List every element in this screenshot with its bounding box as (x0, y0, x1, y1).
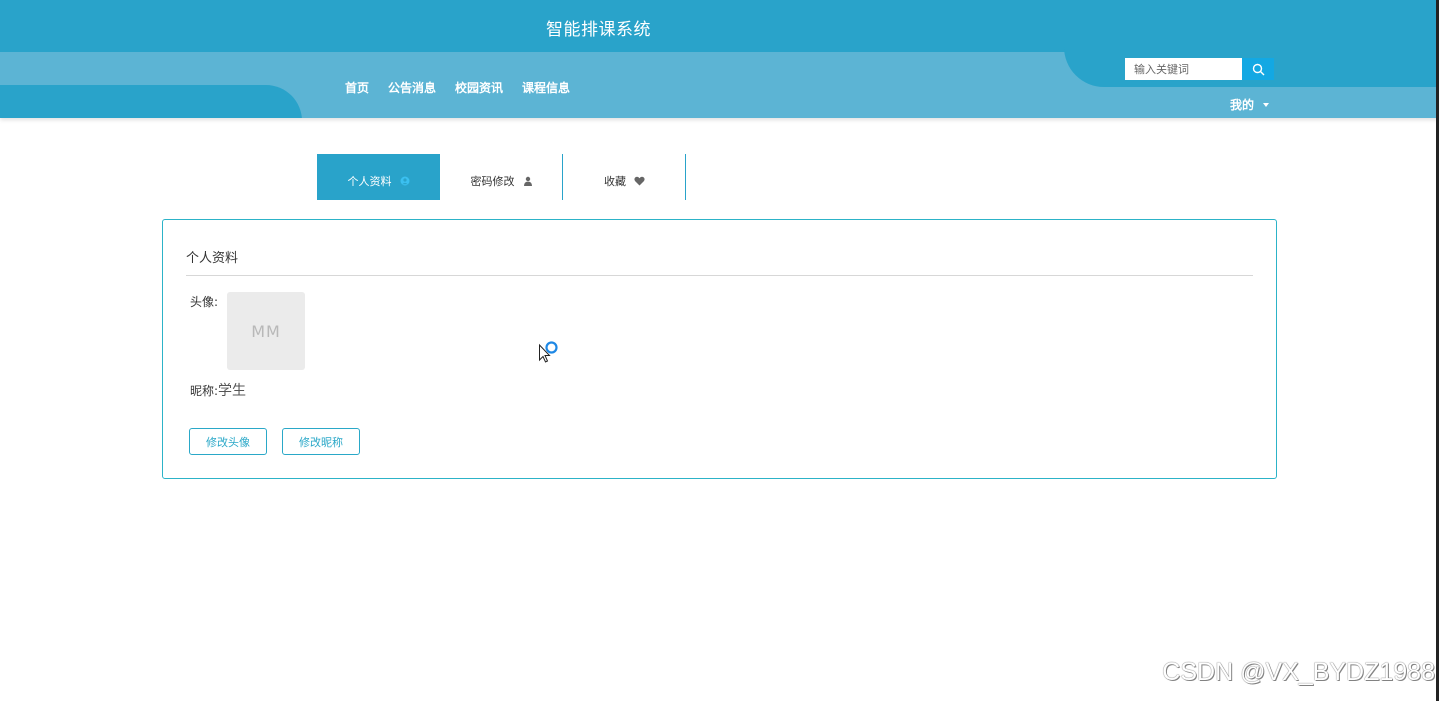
person-icon (523, 176, 532, 186)
heart-icon (634, 176, 645, 186)
tab-password[interactable]: 密码修改 (440, 154, 563, 200)
profile-card: 个人资料 头像: MM 昵称: 学生 修改头像 修改昵称 (162, 219, 1277, 479)
user-menu-label: 我的 (1230, 98, 1255, 112)
main-nav: 首页 公告消息 校园资讯 课程信息 (345, 79, 570, 96)
tab-profile[interactable]: 个人资料 (317, 154, 440, 200)
profile-tabs: 个人资料 密码修改 收藏 (317, 154, 686, 200)
user-menu[interactable]: 我的 (1230, 96, 1270, 113)
nickname-row: 昵称: 学生 (190, 380, 246, 400)
search-icon (1252, 63, 1264, 75)
tab-password-label: 密码修改 (470, 175, 515, 188)
nickname-label: 昵称: (190, 384, 219, 398)
change-avatar-button[interactable]: 修改头像 (189, 428, 267, 455)
avatar-placeholder-text: MM (251, 321, 281, 341)
card-title: 个人资料 (186, 251, 239, 266)
nav-item-home[interactable]: 首页 (345, 79, 369, 96)
change-nickname-button[interactable]: 修改昵称 (282, 428, 360, 455)
nickname-value: 学生 (218, 383, 247, 399)
nav-item-announcements[interactable]: 公告消息 (388, 79, 436, 96)
site-header: 智能排课系统 首页 公告消息 校园资讯 课程信息 我的 (0, 0, 1439, 118)
watermark: CSDN @VX_BYDZ1988 (1162, 658, 1435, 686)
user-circle-icon (400, 176, 409, 186)
header-left-wave (0, 85, 302, 118)
search-button[interactable] (1242, 58, 1274, 80)
nav-item-course-info[interactable]: 课程信息 (522, 79, 570, 96)
search-box (1125, 58, 1274, 80)
avatar: MM (227, 292, 305, 370)
site-title: 智能排课系统 (546, 20, 651, 40)
search-input[interactable] (1125, 58, 1242, 80)
caret-down-icon (1263, 102, 1270, 107)
avatar-label: 头像: (190, 295, 219, 309)
tab-favorites[interactable]: 收藏 (563, 154, 686, 200)
nav-item-campus-news[interactable]: 校园资讯 (455, 79, 503, 96)
card-divider (186, 275, 1253, 276)
tab-profile-label: 个人资料 (347, 175, 392, 188)
tab-favorites-label: 收藏 (604, 175, 626, 188)
busy-cursor-icon (539, 341, 558, 363)
